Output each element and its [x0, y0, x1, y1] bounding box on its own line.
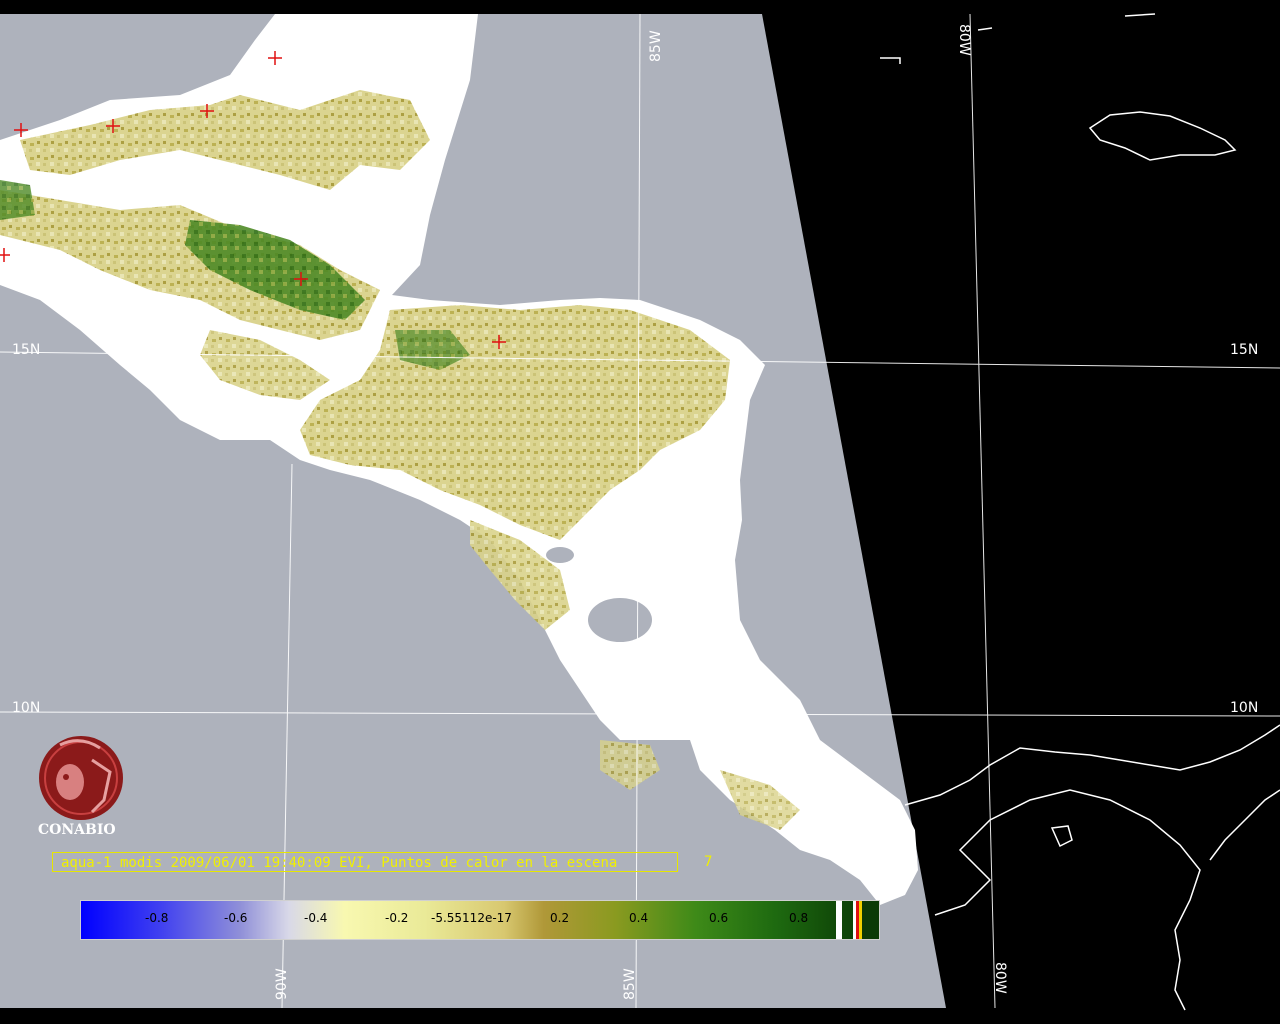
coastline-fragment — [880, 57, 901, 64]
coastline-jamaica — [1088, 111, 1237, 161]
colorbar-tick: -0.6 — [224, 911, 248, 925]
lake — [588, 598, 652, 642]
conabio-wordmark: CONABIO — [38, 822, 116, 838]
colorbar-tick: -0.8 — [145, 911, 169, 925]
colorbar-tick: 0.6 — [709, 911, 729, 925]
lat-label-15n-right: 15N — [1230, 342, 1258, 358]
coastline-fragment — [1124, 13, 1156, 17]
lake — [546, 547, 574, 563]
colorbar-tick: -0.4 — [304, 911, 328, 925]
evi-colorbar: -0.8 -0.6 -0.4 -0.2 -5.55112e-17 0.2 0.4… — [80, 900, 880, 940]
vegetation-dark — [0, 180, 35, 220]
lat-label-10n-left: 10N — [12, 700, 40, 716]
lat-label-10n-right: 10N — [1230, 700, 1258, 716]
scene-caption: aqua-1 modis 2009/06/01 19:40:09 EVI, Pu… — [52, 852, 678, 872]
coastline-fragment — [1050, 825, 1073, 848]
lon-label-90w-bottom: 90W — [274, 968, 290, 1000]
lon-label-85w-bottom: 85W — [622, 968, 638, 1000]
coastline-panama — [904, 724, 1280, 806]
lon-label-85w-top: 85W — [648, 30, 664, 62]
coastline-fragment — [977, 27, 993, 31]
lon-label-80w-top: 80W — [956, 24, 972, 56]
coastline-colombia — [934, 789, 1201, 1011]
colorbar-tick: -0.2 — [385, 911, 409, 925]
lat-label-15n-left: 15N — [12, 342, 40, 358]
hotspot-count: 7 — [704, 854, 713, 870]
map-frame: 15N 15N 10N 10N 85W 80W 90W 85W 80W CONA… — [0, 0, 1280, 1024]
colorbar-tick: -5.55112e-17 — [431, 911, 512, 925]
coastline-fragment — [1209, 789, 1280, 861]
colorbar-background-swatch — [862, 901, 879, 939]
colorbar-tick: 0.8 — [789, 911, 809, 925]
conabio-logo-icon — [39, 736, 123, 820]
lon-label-80w-bottom: 80W — [992, 962, 1008, 994]
colorbar-tick: 0.2 — [550, 911, 570, 925]
colorbar-tick: 0.4 — [629, 911, 649, 925]
colorbar-cloud-swatch — [836, 901, 842, 939]
